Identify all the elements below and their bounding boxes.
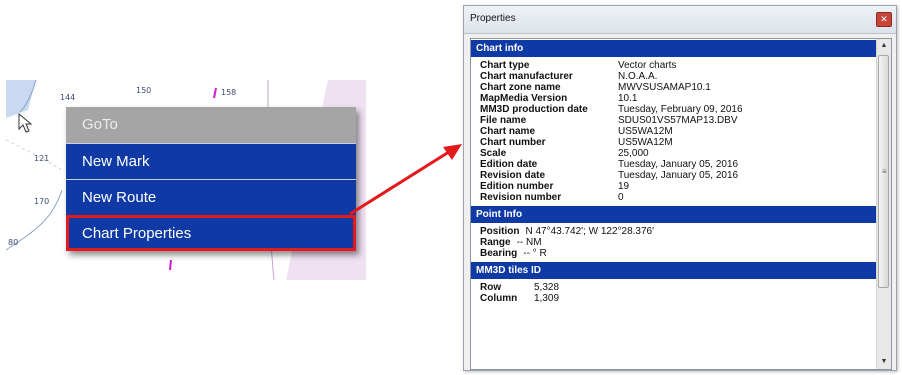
property-value: 1,309 [534,293,560,304]
property-row: Column 1,309 [480,293,877,304]
vertical-scrollbar[interactable]: ▲ ≡ ▼ [876,39,891,369]
property-label: Chart number [480,137,546,148]
property-value: SDUS01VS57MAP13.DBV [618,115,738,126]
tiles-info-list: Row 5,328 Column 1,309 [471,279,877,306]
chart-info-list: Chart type Vector charts Chart manufacture… [471,57,877,205]
property-row: Chart type Vector charts [480,60,877,71]
scroll-up-icon[interactable]: ▲ [877,39,891,53]
property-row: Position N 47°43.742'; W 122°28.376' [480,226,877,237]
property-label: Range [480,237,511,248]
property-value: -- NM [516,237,542,248]
property-value: 5,328 [534,282,560,293]
property-row: Chart manufacturer N.O.A.A. [480,71,877,82]
property-label: File name [480,115,527,126]
property-value: N 47°43.742'; W 122°28.376' [525,226,655,237]
property-value: Tuesday, January 05, 2016 [618,159,739,170]
property-row: MapMedia Version 10.1 [480,93,877,104]
property-label: Revision date [480,170,546,181]
property-value: US5WA12M [618,137,673,148]
property-value: Tuesday, February 09, 2016 [618,104,743,115]
scroll-down-icon[interactable]: ▼ [877,355,891,369]
property-row: Chart name US5WA12M [480,126,877,137]
property-label: Column [480,293,518,304]
property-label: Chart name [480,126,536,137]
point-info-list: Position N 47°43.742'; W 122°28.376' Range… [471,223,877,261]
property-row: Edition number 19 [480,181,877,192]
property-label: Row [480,282,502,293]
properties-panel: Chart info Chart type Vector charts Chart … [470,38,892,370]
close-button[interactable]: ✕ [876,12,892,27]
property-label: Edition number [480,181,554,192]
section-header-mm3d-tiles: MM3D tiles ID [471,261,877,279]
property-row: Chart zone name MWVSUSAMAP10.1 [480,82,877,93]
close-icon: ✕ [880,14,888,24]
property-label: Revision number [480,192,562,203]
property-row: Revision date Tuesday, January 05, 2016 [480,170,877,181]
property-row: Chart number US5WA12M [480,137,877,148]
property-row: Scale 25,000 [480,148,877,159]
property-label: Position [480,226,520,237]
property-value: 0 [618,192,624,203]
property-value: MWVSUSAMAP10.1 [618,82,711,93]
property-row: Bearing -- ° R [480,248,877,259]
property-value: N.O.A.A. [618,71,658,82]
scrollbar-thumb[interactable]: ≡ [878,55,889,288]
property-label: Bearing [480,248,518,259]
property-label: Edition date [480,159,538,170]
properties-content: Chart info Chart type Vector charts Chart … [471,39,877,369]
property-label: MapMedia Version [480,93,568,104]
property-label: Chart zone name [480,82,561,93]
property-label: Chart type [480,60,530,71]
property-value: US5WA12M [618,126,673,137]
property-label: MM3D production date [480,104,588,115]
property-value: 19 [618,181,630,192]
property-row: Revision number 0 [480,192,877,203]
property-row: MM3D production date Tuesday, February 09… [480,104,877,115]
property-label: Scale [480,148,507,159]
section-header-point-info: Point Info [471,205,877,223]
section-header-chart-info: Chart info [471,39,877,57]
property-value: 25,000 [618,148,649,159]
window-titlebar[interactable]: Properties ✕ [464,6,896,34]
grip-icon: ≡ [882,167,887,176]
window-title: Properties [470,13,516,24]
property-value: -- ° R [523,248,547,259]
property-row: Edition date Tuesday, January 05, 2016 [480,159,877,170]
property-value: Vector charts [618,60,677,71]
property-value: Tuesday, January 05, 2016 [618,170,739,181]
property-row: Range -- NM [480,237,877,248]
property-value: 10.1 [618,93,638,104]
property-row: File name SDUS01VS57MAP13.DBV [480,115,877,126]
properties-window: Properties ✕ Chart info Chart type Vector… [463,5,897,371]
property-label: Chart manufacturer [480,71,573,82]
property-row: Row 5,328 [480,282,877,293]
